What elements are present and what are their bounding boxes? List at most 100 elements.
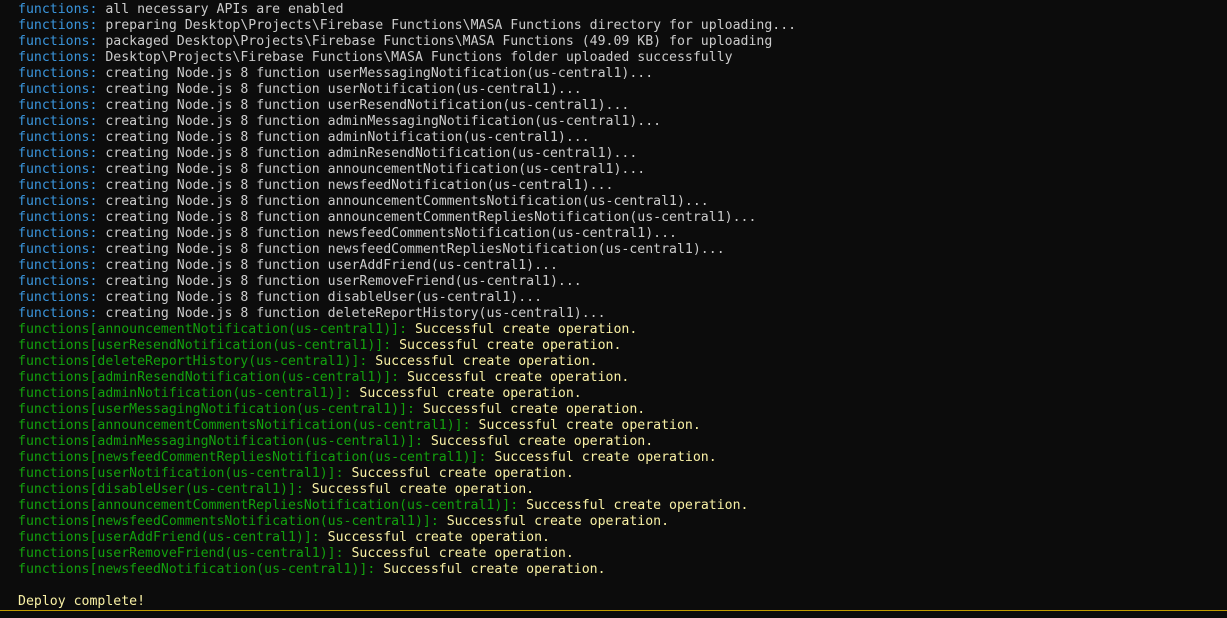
deploy-progress-line: functions: packaged Desktop\Projects\Fir… <box>18 34 796 50</box>
deploy-progress-line: functions: creating Node.js 8 function u… <box>18 274 796 290</box>
deploy-progress-line: functions: creating Node.js 8 function a… <box>18 114 796 130</box>
line-prefix: functions[newsfeedCommentsNotification(u… <box>18 514 439 529</box>
line-message: creating Node.js 8 function announcement… <box>97 210 757 225</box>
line-prefix: functions: <box>18 66 98 81</box>
deploy-result-line: functions[announcementCommentsNotificati… <box>18 418 796 434</box>
line-message: creating Node.js 8 function newsfeedNoti… <box>97 178 614 193</box>
line-message: creating Node.js 8 function deleteReport… <box>97 306 606 321</box>
deploy-result-line: functions[newsfeedCommentRepliesNotifica… <box>18 450 796 466</box>
line-prefix: functions: <box>18 274 98 289</box>
deploy-progress-line: functions: creating Node.js 8 function u… <box>18 258 796 274</box>
line-prefix: functions[deleteReportHistory(us-central… <box>18 354 368 369</box>
deploy-result-line: functions[adminResendNotification(us-cen… <box>18 370 796 386</box>
line-message: Successful create operation. <box>375 562 606 577</box>
line-prefix: functions: <box>18 18 98 33</box>
line-prefix: functions[userMessagingNotification(us-c… <box>18 402 415 417</box>
deploy-result-line: functions[deleteReportHistory(us-central… <box>18 354 796 370</box>
line-prefix: functions: <box>18 226 98 241</box>
line-message: Successful create operation. <box>319 530 550 545</box>
line-message: creating Node.js 8 function userNotifica… <box>97 82 582 97</box>
line-prefix: functions: <box>18 98 98 113</box>
deploy-progress-line: functions: creating Node.js 8 function d… <box>18 306 796 322</box>
line-message: creating Node.js 8 function userAddFrien… <box>97 258 558 273</box>
line-prefix: functions: <box>18 290 98 305</box>
deploy-progress-line: functions: preparing Desktop\Projects\Fi… <box>18 18 796 34</box>
deploy-progress-line: functions: creating Node.js 8 function a… <box>18 210 796 226</box>
line-message: Successful create operation. <box>486 450 717 465</box>
line-prefix: functions[adminMessagingNotification(us-… <box>18 434 423 449</box>
line-message: creating Node.js 8 function newsfeedComm… <box>97 226 677 241</box>
line-prefix: functions: <box>18 114 98 129</box>
line-message: Successful create operation. <box>343 546 574 561</box>
line-prefix: functions[adminResendNotification(us-cen… <box>18 370 400 385</box>
line-prefix: functions[userResendNotification(us-cent… <box>18 338 392 353</box>
line-prefix: functions[userRemoveFriend(us-central1)]… <box>18 546 344 561</box>
line-prefix: functions: <box>18 130 98 145</box>
deploy-result-line: functions[newsfeedNotification(us-centra… <box>18 562 796 578</box>
line-message: all necessary APIs are enabled <box>97 2 344 17</box>
line-message: creating Node.js 8 function adminMessagi… <box>97 114 662 129</box>
deploy-progress-line: functions: creating Node.js 8 function u… <box>18 98 796 114</box>
line-message: Successful create operation. <box>518 498 749 513</box>
line-message: creating Node.js 8 function userMessagin… <box>97 66 654 81</box>
deploy-result-line: functions[userResendNotification(us-cent… <box>18 338 796 354</box>
deploy-result-line: functions[adminNotification(us-central1)… <box>18 386 796 402</box>
line-prefix: functions: <box>18 306 98 321</box>
line-message: Successful create operation. <box>422 434 654 449</box>
line-message: Successful create operation. <box>407 322 638 337</box>
line-message: creating Node.js 8 function userRemoveFr… <box>97 274 582 289</box>
line-prefix: functions[userNotification(us-central1)]… <box>18 466 344 481</box>
line-prefix: functions: <box>18 178 98 193</box>
line-message: creating Node.js 8 function disableUser(… <box>97 290 543 305</box>
line-prefix: functions[newsfeedCommentRepliesNotifica… <box>18 450 487 465</box>
line-prefix: functions: <box>18 34 98 49</box>
deploy-progress-line: functions: creating Node.js 8 function n… <box>18 226 796 242</box>
deploy-complete-message: Deploy complete! <box>18 594 146 609</box>
line-message: creating Node.js 8 function userResendNo… <box>97 98 630 113</box>
line-message: creating Node.js 8 function announcement… <box>97 194 709 209</box>
terminal-window[interactable]: functions: all necessary APIs are enable… <box>0 0 1227 618</box>
line-message: creating Node.js 8 function announcement… <box>97 162 646 177</box>
line-prefix: functions[announcementCommentsNotificati… <box>18 418 471 433</box>
deploy-progress-line: functions: creating Node.js 8 function u… <box>18 82 796 98</box>
deploy-result-line: functions[disableUser(us-central1)]: Suc… <box>18 482 796 498</box>
line-prefix: functions: <box>18 82 98 97</box>
line-message: Successful create operation. <box>391 338 622 353</box>
line-prefix: functions[userAddFriend(us-central1)]: <box>18 530 320 545</box>
line-message: creating Node.js 8 function adminResendN… <box>97 146 638 161</box>
line-message: Successful create operation. <box>399 370 630 385</box>
line-message: preparing Desktop\Projects\Firebase Func… <box>97 18 797 33</box>
line-prefix: functions: <box>18 210 98 225</box>
prompt-underline <box>0 610 1227 611</box>
line-message: Successful create operation. <box>303 482 535 497</box>
line-message: Successful create operation. <box>438 514 670 529</box>
deploy-progress-line: functions: creating Node.js 8 function n… <box>18 178 796 194</box>
deploy-result-line: functions[userMessagingNotification(us-c… <box>18 402 796 418</box>
deploy-result-line: functions[newsfeedCommentsNotification(u… <box>18 514 796 530</box>
line-message: Successful create operation. <box>351 386 582 401</box>
line-message: Successful create operation. <box>414 402 646 417</box>
deploy-result-line: functions[userAddFriend(us-central1)]: S… <box>18 530 796 546</box>
line-prefix: functions: <box>18 162 98 177</box>
line-prefix: functions: <box>18 194 98 209</box>
deploy-result-line: functions[announcementCommentRepliesNoti… <box>18 498 796 514</box>
line-prefix: functions: <box>18 242 98 257</box>
terminal-output: functions: all necessary APIs are enable… <box>18 2 796 578</box>
line-prefix: functions: <box>18 146 98 161</box>
deploy-progress-line: functions: creating Node.js 8 function u… <box>18 66 796 82</box>
line-prefix: functions[adminNotification(us-central1)… <box>18 386 352 401</box>
line-message: Desktop\Projects\Firebase Functions\MASA… <box>97 50 733 65</box>
line-message: Successful create operation. <box>470 418 701 433</box>
line-prefix: functions[newsfeedNotification(us-centra… <box>18 562 376 577</box>
deploy-progress-line: functions: creating Node.js 8 function n… <box>18 242 796 258</box>
deploy-progress-line: functions: creating Node.js 8 function d… <box>18 290 796 306</box>
deploy-result-line: functions[userNotification(us-central1)]… <box>18 466 796 482</box>
line-prefix: functions[announcementNotification(us-ce… <box>18 322 408 337</box>
line-prefix: functions: <box>18 258 98 273</box>
line-prefix: functions: <box>18 50 98 65</box>
deploy-progress-line: functions: creating Node.js 8 function a… <box>18 146 796 162</box>
deploy-progress-line: functions: creating Node.js 8 function a… <box>18 162 796 178</box>
deploy-progress-line: functions: creating Node.js 8 function a… <box>18 194 796 210</box>
line-message: creating Node.js 8 function newsfeedComm… <box>97 242 725 257</box>
deploy-progress-line: functions: all necessary APIs are enable… <box>18 2 796 18</box>
